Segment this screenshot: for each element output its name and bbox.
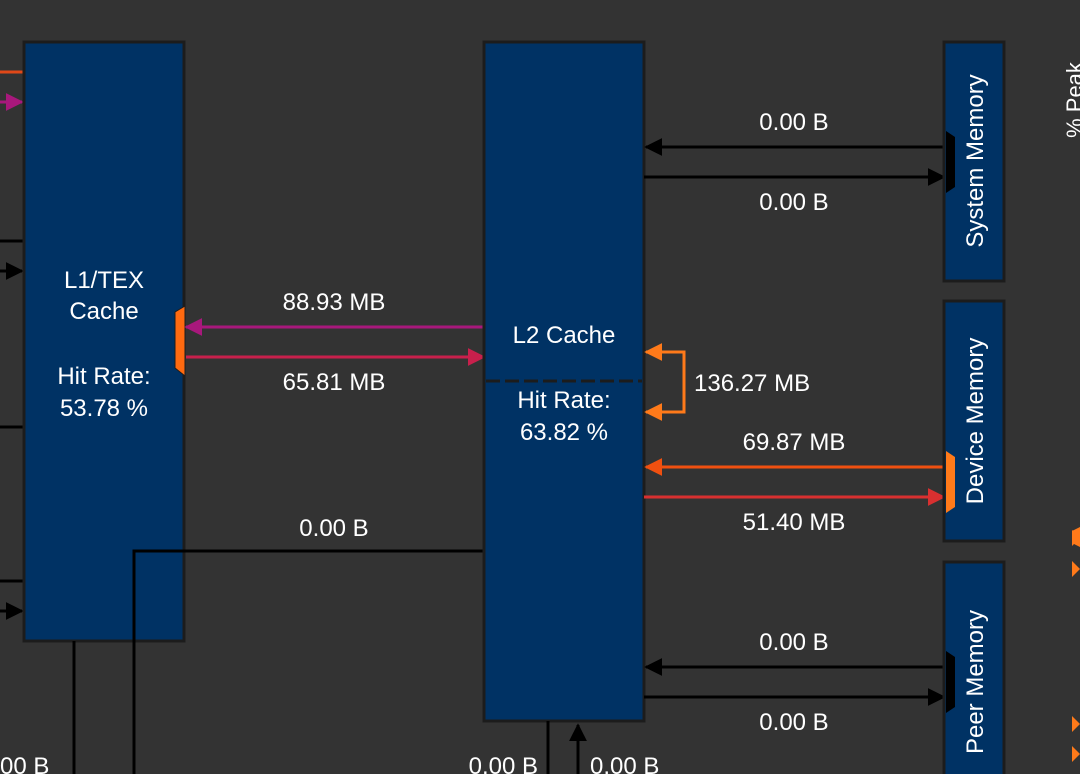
system-write-label: 0.00 B [759,189,828,216]
legend-marker-2 [1072,561,1080,577]
system-memory-label: System Memory [962,74,989,247]
l2-bottom-right-label: 0.00 B [590,753,659,774]
peer-memory-block[interactable]: Peer Memory [942,560,1006,774]
peer-memory-port [946,651,955,713]
device-write-label: 51.40 MB [743,509,846,536]
device-memory-label: Device Memory [962,338,989,505]
l1-tex-hit-rate-label: Hit Rate: [57,363,150,390]
peer-memory-label: Peer Memory [962,610,989,754]
system-memory-port [946,131,955,193]
l1-to-l2-label: 65.81 MB [283,369,386,396]
l1-l2-bypass-label: 0.00 B [299,515,368,542]
l1-l2-bypass-link [132,549,486,774]
l2-hit-rate-label: Hit Rate: [517,387,610,414]
l1-tex-hit-rate-value: 53.78 % [60,395,148,422]
device-memory-block[interactable]: Device Memory [942,299,1006,543]
l2-hit-rate-value: 63.82 % [520,419,608,446]
peer-write-label: 0.00 B [759,709,828,736]
l2-to-l1-label: 88.93 MB [283,289,386,316]
l2-bottom-left-label: 0.00 B [469,753,538,774]
legend-markers [1072,527,1080,762]
bottom-left-link-label: 00 B [0,753,49,774]
l1-tex-title-line1: L1/TEX [64,267,144,294]
system-read-label: 0.00 B [759,109,828,136]
peak-axis-label: % Peak [1062,61,1080,138]
legend-marker-3 [1072,716,1080,732]
l2-loopback-label: 136.27 MB [694,370,810,397]
peer-read-label: 0.00 B [759,629,828,656]
left-edge-links [0,70,24,620]
device-memory-port [946,451,955,513]
legend-marker-4 [1072,746,1080,762]
system-memory-block[interactable]: System Memory [942,40,1006,283]
l2-loopback-link [644,343,686,414]
l2-cache-block[interactable]: L2 Cache Hit Rate: 63.82 % [482,40,646,723]
l1-tex-port [174,305,186,378]
l1-tex-title-line2: Cache [69,298,138,325]
l2-cache-title: L2 Cache [513,322,616,349]
memory-chart-diagram: L1/TEX Cache Hit Rate: 53.78 % 00 B 88.9… [0,40,1080,774]
device-read-label: 69.87 MB [743,429,846,456]
